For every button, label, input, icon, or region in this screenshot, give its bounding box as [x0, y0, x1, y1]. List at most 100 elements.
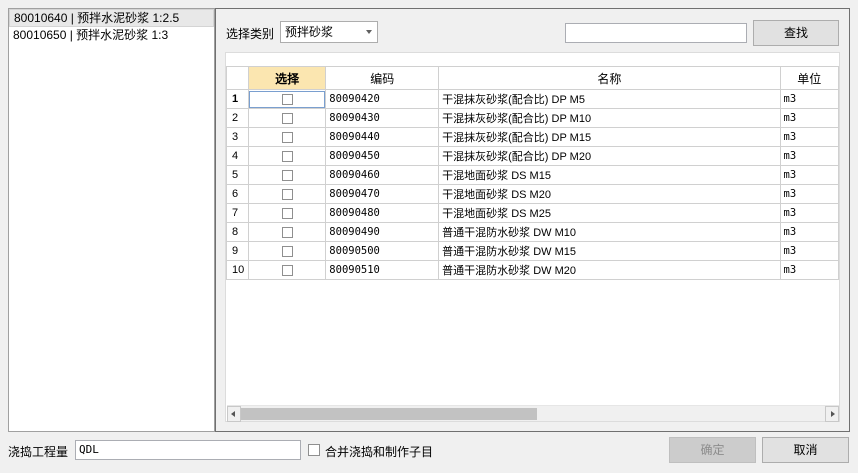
- row-number: 6: [226, 184, 249, 204]
- row-checkbox[interactable]: [281, 207, 293, 219]
- search-button[interactable]: 查找: [753, 20, 839, 46]
- table-row[interactable]: 3 80090440 干混抹灰砂浆(配合比) DP M15 m3: [226, 127, 839, 147]
- quota-list[interactable]: 80010640 | 预拌水泥砂浆 1:2.5 80010650 | 预拌水泥砂浆…: [8, 8, 215, 432]
- row-number-header: [226, 66, 249, 90]
- cancel-button[interactable]: 取消: [762, 437, 849, 463]
- table-row[interactable]: 9 80090500 普通干混防水砂浆 DW M15 m3: [226, 241, 839, 261]
- name-cell[interactable]: 普通干混防水砂浆 DW M20: [438, 260, 781, 280]
- code-cell[interactable]: 80090440: [325, 127, 440, 147]
- scrollbar-thumb[interactable]: [241, 408, 537, 420]
- table-row[interactable]: 2 80090430 干混抹灰砂浆(配合比) DP M10 m3: [226, 108, 839, 128]
- code-cell[interactable]: 80090480: [325, 203, 440, 223]
- select-cell[interactable]: [247, 127, 327, 147]
- scroll-left-button[interactable]: [227, 406, 241, 422]
- select-cell[interactable]: [247, 184, 327, 204]
- row-number: 8: [226, 222, 249, 242]
- name-column-header[interactable]: 名称: [438, 66, 781, 90]
- chevron-down-icon: [366, 30, 372, 34]
- row-number: 10: [226, 260, 249, 280]
- category-select[interactable]: 预拌砂浆: [280, 21, 378, 43]
- scroll-right-button[interactable]: [825, 406, 839, 422]
- name-cell[interactable]: 干混抹灰砂浆(配合比) DP M5: [438, 89, 781, 109]
- select-cell[interactable]: [247, 89, 327, 109]
- code-cell[interactable]: 80090490: [325, 222, 440, 242]
- unit-cell[interactable]: m3: [779, 146, 839, 166]
- unit-cell[interactable]: m3: [779, 222, 839, 242]
- row-number: 3: [226, 127, 249, 147]
- unit-cell[interactable]: m3: [779, 241, 839, 261]
- row-checkbox[interactable]: [281, 93, 293, 105]
- row-checkbox[interactable]: [281, 150, 293, 162]
- code-cell[interactable]: 80090450: [325, 146, 440, 166]
- row-checkbox[interactable]: [281, 112, 293, 124]
- pour-quantity-input[interactable]: QDL: [75, 440, 301, 460]
- name-cell[interactable]: 普通干混防水砂浆 DW M10: [438, 222, 781, 242]
- code-cell[interactable]: 80090500: [325, 241, 440, 261]
- table-header-row: 选择 编码 名称 单位: [226, 66, 839, 90]
- name-cell[interactable]: 干混抹灰砂浆(配合比) DP M20: [438, 146, 781, 166]
- select-cell[interactable]: [247, 165, 327, 185]
- select-cell[interactable]: [247, 222, 327, 242]
- table-row[interactable]: 5 80090460 干混地面砂浆 DS M15 m3: [226, 165, 839, 185]
- table-row[interactable]: 6 80090470 干混地面砂浆 DS M20 m3: [226, 184, 839, 204]
- row-checkbox[interactable]: [281, 264, 293, 276]
- ok-button[interactable]: 确定: [669, 437, 756, 463]
- row-checkbox[interactable]: [281, 131, 293, 143]
- material-table: 选择 编码 名称 单位 1 80090420 干混抹灰砂浆(配合比) DP M5 m3…: [226, 66, 839, 280]
- select-cell[interactable]: [247, 260, 327, 280]
- row-number: 4: [226, 146, 249, 166]
- unit-column-header[interactable]: 单位: [779, 66, 839, 90]
- select-cell[interactable]: [247, 241, 327, 261]
- code-cell[interactable]: 80090460: [325, 165, 440, 185]
- name-cell[interactable]: 干混抹灰砂浆(配合比) DP M15: [438, 127, 781, 147]
- unit-cell[interactable]: m3: [779, 203, 839, 223]
- list-item[interactable]: 80010640 | 预拌水泥砂浆 1:2.5: [9, 9, 214, 27]
- material-select-dialog: 80010640 | 预拌水泥砂浆 1:2.5 80010650 | 预拌水泥砂浆…: [0, 0, 858, 473]
- code-cell[interactable]: 80090470: [325, 184, 440, 204]
- name-cell[interactable]: 干混抹灰砂浆(配合比) DP M10: [438, 108, 781, 128]
- row-number: 9: [226, 241, 249, 261]
- unit-cell[interactable]: m3: [779, 89, 839, 109]
- code-column-header[interactable]: 编码: [325, 66, 440, 90]
- table-row[interactable]: 4 80090450 干混抹灰砂浆(配合比) DP M20 m3: [226, 146, 839, 166]
- row-number: 1: [226, 89, 249, 109]
- material-panel: 选择类别 预拌砂浆 查找 选择 编码 名称 单位 1 80090420 干混抹灰…: [215, 8, 850, 432]
- unit-cell[interactable]: m3: [779, 260, 839, 280]
- table-row[interactable]: 10 80090510 普通干混防水砂浆 DW M20 m3: [226, 260, 839, 280]
- category-label: 选择类别: [226, 27, 275, 41]
- row-number: 7: [226, 203, 249, 223]
- horizontal-scrollbar[interactable]: [227, 405, 839, 422]
- row-number: 5: [226, 165, 249, 185]
- list-item[interactable]: 80010650 | 预拌水泥砂浆 1:3: [9, 27, 214, 45]
- code-cell[interactable]: 80090510: [325, 260, 440, 280]
- table-row[interactable]: 8 80090490 普通干混防水砂浆 DW M10 m3: [226, 222, 839, 242]
- code-cell[interactable]: 80090430: [325, 108, 440, 128]
- row-number: 2: [226, 108, 249, 128]
- select-column-header[interactable]: 选择: [247, 66, 327, 90]
- row-checkbox[interactable]: [281, 226, 293, 238]
- unit-cell[interactable]: m3: [779, 165, 839, 185]
- material-grid: 选择 编码 名称 单位 1 80090420 干混抹灰砂浆(配合比) DP M5 m3…: [225, 52, 840, 422]
- table-row[interactable]: 1 80090420 干混抹灰砂浆(配合比) DP M5 m3: [226, 89, 839, 109]
- search-input[interactable]: [565, 23, 747, 43]
- arrow-right-icon: [831, 411, 835, 417]
- name-cell[interactable]: 普通干混防水砂浆 DW M15: [438, 241, 781, 261]
- unit-cell[interactable]: m3: [779, 184, 839, 204]
- unit-cell[interactable]: m3: [779, 108, 839, 128]
- category-value: 预拌砂浆: [285, 25, 334, 39]
- pour-quantity-label: 浇捣工程量: [8, 445, 69, 459]
- name-cell[interactable]: 干混地面砂浆 DS M15: [438, 165, 781, 185]
- select-cell[interactable]: [247, 108, 327, 128]
- unit-cell[interactable]: m3: [779, 127, 839, 147]
- name-cell[interactable]: 干混地面砂浆 DS M25: [438, 203, 781, 223]
- merge-checkbox[interactable]: [308, 444, 320, 456]
- select-cell[interactable]: [247, 203, 327, 223]
- row-checkbox[interactable]: [281, 188, 293, 200]
- select-cell[interactable]: [247, 146, 327, 166]
- code-cell[interactable]: 80090420: [325, 89, 440, 109]
- name-cell[interactable]: 干混地面砂浆 DS M20: [438, 184, 781, 204]
- row-checkbox[interactable]: [281, 245, 293, 257]
- row-checkbox[interactable]: [281, 169, 293, 181]
- merge-checkbox-label[interactable]: 合并浇捣和制作子目: [325, 443, 433, 460]
- table-row[interactable]: 7 80090480 干混地面砂浆 DS M25 m3: [226, 203, 839, 223]
